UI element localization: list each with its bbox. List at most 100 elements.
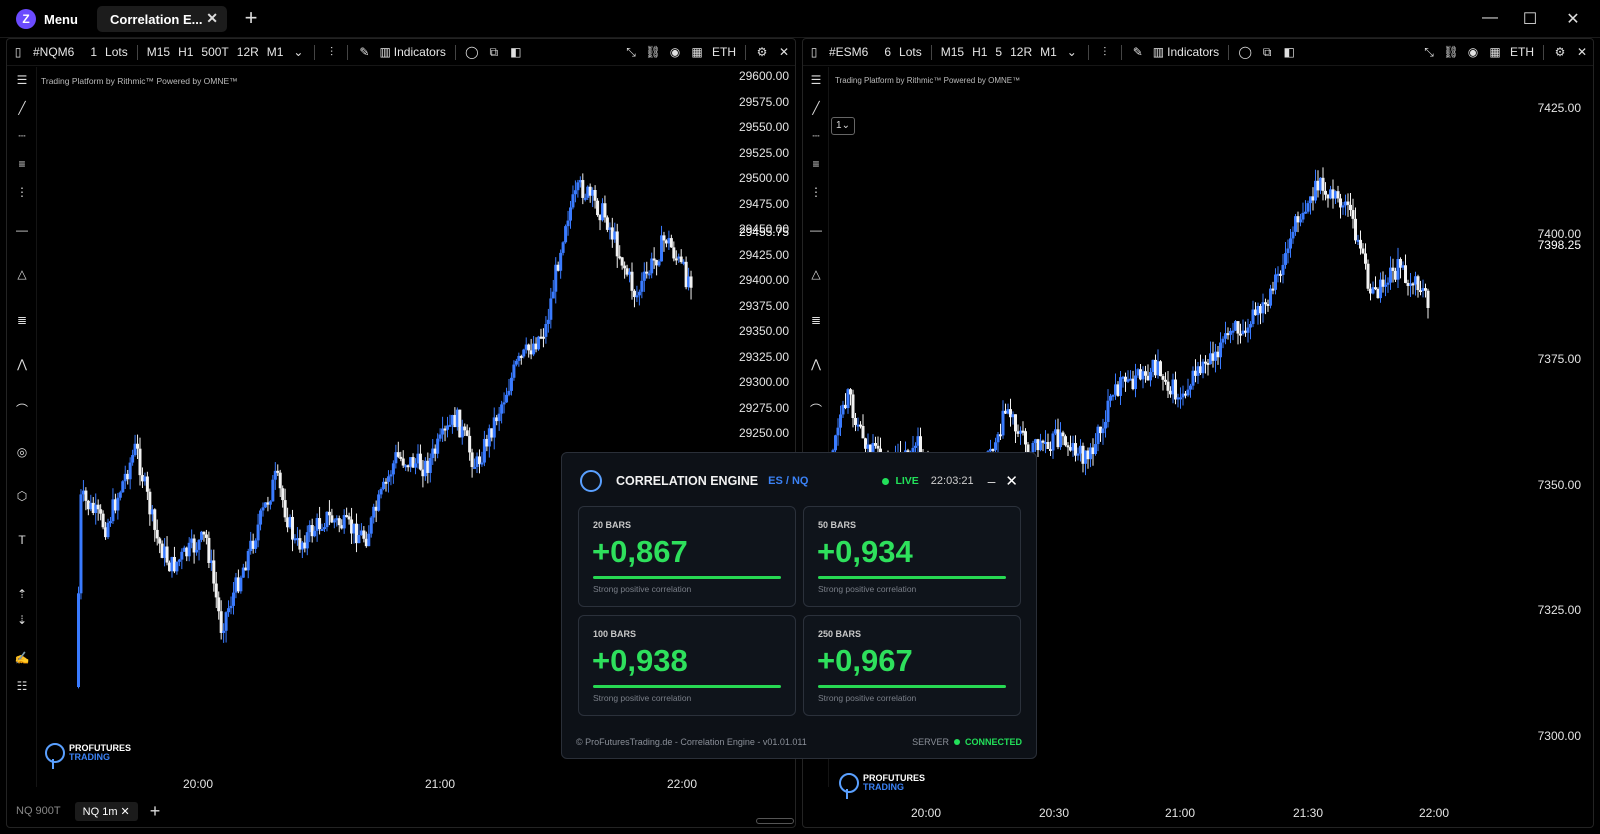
pencil-icon[interactable]: ✎ (353, 45, 375, 59)
panel-toggle-icon[interactable]: ◧ (505, 45, 527, 59)
range-icon[interactable]: ⋮ (807, 185, 825, 199)
candle-body (603, 203, 607, 218)
camera-icon[interactable]: ◉ (664, 45, 686, 59)
chevron-down-icon[interactable]: ⌄ (287, 45, 309, 59)
chart-tab-nq-1m[interactable]: NQ 1m ✕ (74, 801, 138, 821)
triangle-icon[interactable]: △ (807, 267, 825, 281)
card-description: Strong positive correlation (818, 693, 917, 703)
fib-icon[interactable]: ≣ (807, 313, 825, 327)
short-position-icon[interactable]: ⇣ (13, 613, 31, 627)
engine-close-button[interactable]: ✕ (1005, 472, 1018, 490)
chart-type-icon[interactable]: ⫶ (1094, 45, 1116, 60)
link-icon[interactable]: ⛓ (642, 45, 664, 59)
timeframe-m15[interactable]: M15 (143, 45, 174, 59)
close-icon[interactable]: ✕ (121, 806, 130, 818)
indicators-button[interactable]: ▥ Indicators (375, 45, 449, 59)
pattern-icon[interactable]: ⋀ (807, 357, 825, 371)
symbol-selector[interactable]: #ESM6 (825, 45, 872, 59)
candle-body (1246, 327, 1250, 333)
close-chart-icon[interactable]: ✕ (773, 45, 795, 59)
calendar-icon[interactable]: ▦ (1484, 45, 1506, 59)
session-eth[interactable]: ETH (708, 45, 740, 59)
timeframe-500t[interactable]: 500T (197, 45, 232, 59)
candle-body (1301, 212, 1305, 220)
trend-line-icon[interactable]: ╱ (13, 101, 31, 115)
collapse-icon[interactable]: ⤡ (1418, 45, 1440, 60)
gear-icon[interactable]: ⚙ (1549, 45, 1571, 59)
horizontal-line-icon[interactable]: — (807, 223, 825, 237)
timeframe-tick[interactable]: 5 (991, 45, 1006, 59)
layout-icon[interactable]: ⧉ (1256, 45, 1278, 60)
timeframe-12r[interactable]: 12R (233, 45, 263, 59)
link-icon[interactable]: ⛓ (1440, 45, 1462, 59)
objects-list-icon[interactable]: ☷ (13, 679, 31, 693)
panel-toggle-icon[interactable]: ◧ (1278, 45, 1300, 59)
triangle-icon[interactable]: △ (13, 267, 31, 281)
camera-icon[interactable]: ◉ (1462, 45, 1484, 59)
lots-value[interactable]: 6 (880, 45, 895, 59)
pattern-icon[interactable]: ⋀ (13, 357, 31, 371)
timeframe-h1[interactable]: H1 (174, 45, 197, 59)
drag-handle-icon[interactable]: ▯ (7, 45, 29, 59)
pencil-icon[interactable]: ✎ (1127, 45, 1149, 59)
brush-icon[interactable]: ✍ (13, 651, 31, 665)
align-right-icon[interactable]: ≡ (13, 157, 31, 171)
price-axis-es[interactable]: 7425.00 7400.00 7375.00 7350.00 7325.00 7300.… (1509, 67, 1589, 807)
cursor-list-icon[interactable]: ☰ (807, 73, 825, 87)
long-position-icon[interactable]: ⇡ (13, 587, 31, 601)
price-axis-nq[interactable]: 29600.00 29575.00 29550.00 29525.00 29500.00… (717, 67, 795, 487)
lots-value[interactable]: 1 (86, 45, 101, 59)
horizontal-line-icon[interactable]: — (13, 223, 31, 237)
drag-handle-icon[interactable]: ▯ (803, 45, 825, 59)
timeframe-m15[interactable]: M15 (937, 45, 968, 59)
maximize-button[interactable]: ☐ (1520, 9, 1540, 29)
gear-icon[interactable]: ⚙ (751, 45, 773, 59)
alert-icon[interactable]: ◯ (461, 45, 483, 59)
correlation-card-100: 100 BARS +0,938 Strong positive correlat… (578, 615, 796, 716)
engine-footer: © ProFuturesTrading.de - Correlation Eng… (576, 735, 1022, 749)
symbol-selector[interactable]: #NQM6 (29, 45, 78, 59)
candle-body (522, 349, 526, 357)
menu-button[interactable]: Z Menu (16, 8, 78, 30)
tab-correlation-engine[interactable]: Correlation E... ✕ (97, 6, 227, 32)
curve-icon[interactable]: ⌒ (807, 401, 825, 418)
align-right-icon[interactable]: ≡ (807, 157, 825, 171)
fib-icon[interactable]: ≣ (13, 313, 31, 327)
add-tab-button[interactable]: + (238, 6, 264, 32)
engine-minimize-button[interactable]: – (988, 473, 996, 489)
indicators-button[interactable]: ▥ Indicators (1149, 45, 1223, 59)
curve-icon[interactable]: ⌒ (13, 401, 31, 418)
candle-body (623, 265, 627, 269)
horizontal-scrollbar[interactable] (756, 818, 794, 824)
tab-close-icon[interactable]: ✕ (206, 10, 218, 27)
calendar-icon[interactable]: ▦ (686, 45, 708, 59)
timeframe-12r[interactable]: 12R (1006, 45, 1036, 59)
range-icon[interactable]: ⋮ (13, 185, 31, 199)
chart-tab-nq-900t[interactable]: NQ 900T (8, 802, 69, 820)
minimize-button[interactable]: — (1480, 9, 1500, 27)
collapse-icon[interactable]: ⤡ (620, 45, 642, 60)
timeframe-m1[interactable]: M1 (263, 45, 288, 59)
trend-line-icon[interactable]: ╱ (807, 101, 825, 115)
candle-body (851, 394, 855, 419)
dotted-line-icon[interactable]: ┈ (13, 129, 31, 143)
dotted-line-icon[interactable]: ┈ (807, 129, 825, 143)
timeframe-h1[interactable]: H1 (968, 45, 991, 59)
circle-icon[interactable]: ◎ (13, 445, 31, 459)
close-chart-icon[interactable]: ✕ (1571, 45, 1593, 59)
shapes-icon[interactable]: ⬡ (13, 489, 31, 503)
chevron-down-icon[interactable]: ⌄ (1061, 45, 1083, 59)
alert-icon[interactable]: ◯ (1234, 45, 1256, 59)
cursor-list-icon[interactable]: ☰ (13, 73, 31, 87)
session-eth[interactable]: ETH (1506, 45, 1538, 59)
close-window-button[interactable]: ✕ (1563, 9, 1583, 29)
candle-body (377, 494, 381, 511)
chart-type-icon[interactable]: ⫶ (320, 45, 342, 60)
time-tick-label: 20:30 (1039, 806, 1070, 820)
add-chart-tab-button[interactable]: + (144, 801, 167, 822)
candle-body (202, 531, 206, 535)
text-icon[interactable]: T (13, 533, 31, 547)
layout-icon[interactable]: ⧉ (483, 45, 505, 60)
timeframe-m1[interactable]: M1 (1036, 45, 1061, 59)
candle-body (1159, 361, 1162, 377)
